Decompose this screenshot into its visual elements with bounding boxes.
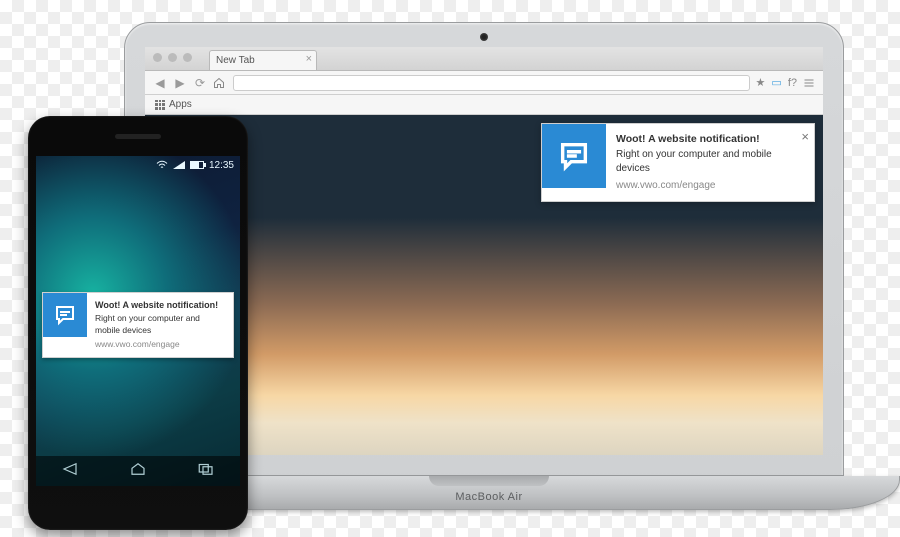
home-button[interactable] <box>213 77 227 89</box>
notification-title: Woot! A website notification! <box>95 299 225 311</box>
recent-apps-button[interactable] <box>197 462 215 481</box>
notification-body: Right on your computer and mobile device… <box>616 148 792 175</box>
traffic-light-max[interactable] <box>183 53 192 62</box>
close-icon[interactable]: × <box>306 53 312 65</box>
traffic-light-min[interactable] <box>168 53 177 62</box>
android-nav-bar <box>36 456 240 486</box>
laptop-brand-label: MacBook Air <box>455 491 522 503</box>
browser-tab[interactable]: New Tab × <box>209 50 317 70</box>
reload-button[interactable]: ⟳ <box>193 76 207 90</box>
tab-strip: New Tab × <box>145 47 823 71</box>
notification-text: Woot! A website notification! Right on y… <box>606 124 814 201</box>
traffic-light-close[interactable] <box>153 53 162 62</box>
forward-button[interactable]: ▶ <box>173 76 187 90</box>
earpiece <box>115 134 161 139</box>
camera-dot <box>480 33 488 41</box>
desktop-notification[interactable]: Woot! A website notification! Right on y… <box>541 123 815 202</box>
menu-icon[interactable] <box>803 77 815 89</box>
star-icon[interactable]: ★ <box>756 76 766 89</box>
back-button[interactable] <box>61 462 79 481</box>
home-button[interactable] <box>129 462 147 481</box>
fx-label[interactable]: f? <box>788 77 797 89</box>
wifi-icon <box>156 160 168 170</box>
message-icon <box>557 139 591 173</box>
phone-status-bar: 12:35 <box>36 156 240 174</box>
bookmark-bar: Apps <box>145 95 823 115</box>
apps-icon[interactable] <box>155 100 165 110</box>
address-bar: ◀ ▶ ⟳ ★ ▭ f? <box>145 71 823 95</box>
phone-screen: 12:35 Woot! A website notification! Righ… <box>36 156 240 486</box>
phone-device: 12:35 Woot! A website notification! Righ… <box>28 116 248 530</box>
notification-app-icon <box>542 124 606 188</box>
back-button[interactable]: ◀ <box>153 76 167 90</box>
battery-icon <box>190 161 204 169</box>
mobile-notification[interactable]: Woot! A website notification! Right on y… <box>42 292 234 358</box>
close-icon[interactable]: × <box>801 128 809 146</box>
toolbar-right: ★ ▭ f? <box>756 76 815 89</box>
trackpad-notch <box>429 476 549 486</box>
extension-icon[interactable]: ▭ <box>771 76 781 89</box>
notification-source: www.vwo.com/engage <box>616 179 792 193</box>
notification-body: Right on your computer and mobile device… <box>95 313 225 336</box>
browser-chrome: New Tab × ◀ ▶ ⟳ ★ ▭ f? <box>145 47 823 115</box>
url-input[interactable] <box>233 75 750 91</box>
window-traffic-lights[interactable] <box>153 53 192 62</box>
notification-app-icon <box>43 293 87 337</box>
signal-icon <box>173 161 185 169</box>
apps-label[interactable]: Apps <box>169 99 192 110</box>
notification-source: www.vwo.com/engage <box>95 339 225 350</box>
message-icon <box>53 303 77 327</box>
notification-text: Woot! A website notification! Right on y… <box>87 293 233 357</box>
tab-label: New Tab <box>216 55 255 66</box>
clock-label: 12:35 <box>209 160 234 171</box>
notification-title: Woot! A website notification! <box>616 132 792 146</box>
